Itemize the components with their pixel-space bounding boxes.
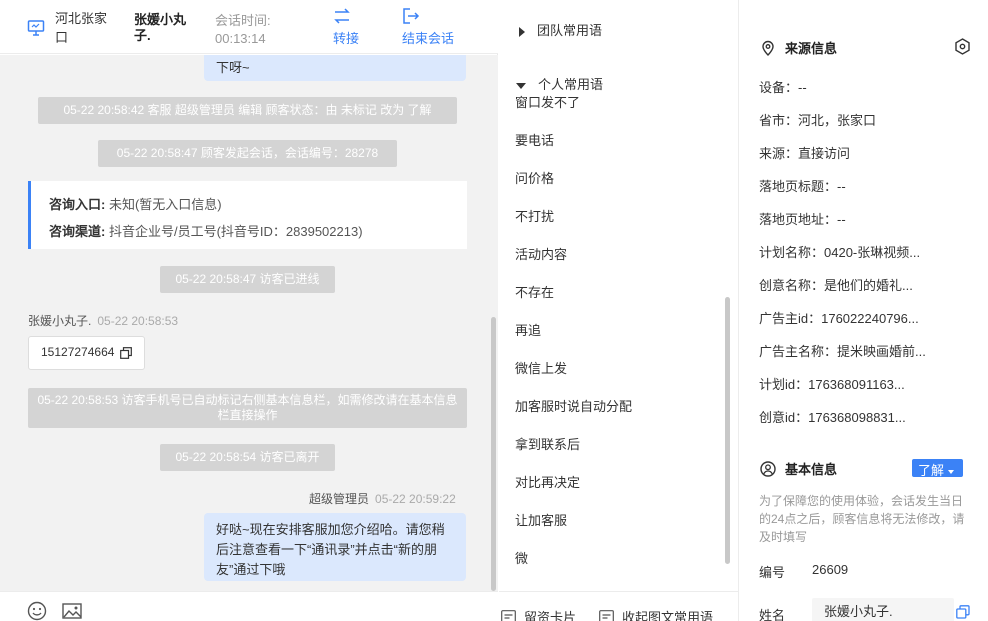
consult-entry-value: 未知(暂无入口信息) [108, 197, 222, 212]
phrase-item[interactable]: 活动内容 [515, 244, 567, 263]
basic-info-label: 基本信息 [785, 462, 838, 477]
system-message: 05-22 20:58:54 访客已离开 [160, 444, 335, 471]
info-row: 省市：河北，张家口 [759, 113, 877, 128]
agent-sender: 超级管理员 05-22 20:59:22 [309, 490, 456, 507]
info-row: 广告主名称：提米映画婚前... [759, 344, 926, 359]
transfer-icon [334, 8, 350, 24]
collapse-phrases-button[interactable]: 收起图文常用语 [599, 607, 713, 621]
customer-name: 张媛小丸子. [134, 12, 187, 43]
emoji-icon[interactable] [27, 601, 47, 621]
chevron-down-icon [948, 469, 955, 474]
id-label: 编号 [759, 565, 786, 580]
user-circle-icon [760, 460, 776, 477]
customer-location: 河北张家口 [55, 11, 108, 45]
phrase-item[interactable]: 微 [515, 548, 528, 567]
phrase-item[interactable]: 对比再决定 [515, 472, 580, 491]
chat-scrollbar[interactable] [491, 317, 496, 591]
source-info-title: 来源信息 [760, 38, 837, 57]
source-info-label: 来源信息 [785, 41, 838, 56]
transfer-button[interactable]: 转接 [333, 8, 359, 47]
phrase-item[interactable]: 不存在 [515, 282, 554, 301]
lead-card-button[interactable]: 留资卡片 [501, 607, 576, 621]
customer-info-panel: 来源信息 设备：-- 省市：河北，张家口 来源：直接访问 落地页标题：-- 落地… [740, 0, 988, 621]
chat-messages: 下呀~ 05-22 20:58:42 客服 超级管理员 编辑 顾客状态：由 未标… [0, 55, 498, 591]
phrase-item[interactable]: 让加客服 [515, 510, 567, 529]
agent-message-bubble: 好哒~现在安排客服加您介绍哈。请您稍后注意查看一下“通讯录”并点击“新的朋友”通… [204, 513, 466, 581]
phrase-item[interactable]: 再追 [515, 320, 541, 339]
agent-message-bubble: 下呀~ [204, 55, 466, 81]
customer-sender: 张媛小丸子. 05-22 20:58:53 [28, 312, 178, 329]
session-time-value: 00:13:14 [215, 31, 266, 46]
edit-notice: 为了保障您的使用体验，会话发生当日的24点之后，顾客信息将无法修改，请及时填写 [759, 494, 965, 544]
settings-icon[interactable] [954, 38, 971, 55]
consult-channel-label: 咨询渠道: [49, 224, 106, 239]
consult-entry-label: 咨询入口: [49, 197, 106, 212]
system-message: 05-22 20:58:47 顾客发起会话，会话编号：28278 [98, 140, 397, 167]
lead-card-label: 留资卡片 [524, 610, 577, 621]
info-row: 计划id：176368091163... [759, 377, 905, 392]
chat-header: 河北张家口 张媛小丸子. 会话时间: 00:13:14 转接 结束会话 [0, 0, 498, 54]
phrase-item[interactable]: 拿到联系后 [515, 434, 580, 453]
location-pin-icon [762, 40, 774, 56]
customer-sender-name: 张媛小丸子. [28, 314, 92, 328]
info-row: 落地页地址：-- [759, 212, 846, 227]
caret-down-icon [516, 82, 526, 89]
caret-right-icon [519, 26, 525, 37]
chat-toolbar [0, 591, 498, 621]
team-phrases-group[interactable]: 团队常用语 [519, 20, 602, 39]
info-row: 广告主id：176022240796... [759, 311, 919, 326]
agent-sender-name: 超级管理员 [309, 492, 370, 506]
end-session-button[interactable]: 结束会话 [402, 8, 454, 47]
id-value: 26609 [812, 562, 849, 577]
end-session-label: 结束会话 [402, 31, 455, 46]
info-row: 计划名称：0420-张琳视频... [759, 245, 921, 260]
customer-status-dropdown[interactable]: 了解 [912, 459, 963, 478]
info-row: 落地页标题：-- [759, 179, 846, 194]
personal-phrases-group[interactable]: 个人常用语 [516, 74, 603, 93]
customer-phone-message[interactable]: 15127274664 [28, 336, 145, 370]
name-input[interactable] [812, 598, 954, 621]
card-icon [501, 610, 516, 621]
collapse-phrases-label: 收起图文常用语 [622, 610, 714, 621]
info-row: 创意名称：是他们的婚礼... [759, 278, 913, 293]
team-phrases-label: 团队常用语 [537, 23, 603, 38]
copy-icon[interactable] [956, 605, 970, 619]
phrase-item[interactable]: 窗口发不了 [515, 92, 580, 111]
phrase-item[interactable]: 不打扰 [515, 206, 554, 225]
message-icon [599, 610, 614, 621]
phrase-item[interactable]: 微信上发 [515, 358, 567, 377]
personal-phrases-label: 个人常用语 [538, 77, 604, 92]
phrase-item[interactable]: 问价格 [515, 168, 554, 187]
info-row: 来源：直接访问 [759, 146, 851, 161]
info-row: 设备：-- [759, 80, 807, 95]
chat-panel: 河北张家口 张媛小丸子. 会话时间: 00:13:14 转接 结束会话 下呀~ … [0, 0, 498, 621]
consult-info-card: 咨询入口: 未知(暂无入口信息) 咨询渠道: 抖音企业号/员工号(抖音号ID：2… [28, 181, 467, 249]
customer-message-time: 05-22 20:58:53 [97, 314, 179, 328]
phrases-scrollbar[interactable] [725, 297, 730, 564]
phrase-item[interactable]: 加客服时说自动分配 [515, 396, 632, 415]
phrase-item[interactable]: 要电话 [515, 130, 554, 149]
phrases-footer: 留资卡片 收起图文常用语 [499, 591, 739, 621]
system-message: 05-22 20:58:42 客服 超级管理员 编辑 顾客状态：由 未标记 改为… [38, 97, 457, 124]
transfer-label: 转接 [333, 31, 360, 46]
exit-icon [403, 8, 420, 24]
basic-info-title: 基本信息 [760, 459, 837, 478]
monitor-icon [27, 20, 45, 36]
agent-message-time: 05-22 20:59:22 [375, 492, 456, 506]
name-label: 姓名 [759, 608, 786, 621]
quick-phrases-panel: 团队常用语 个人常用语 窗口发不了 要电话 问价格 不打扰 活动内容 不存在 再… [499, 0, 739, 621]
consult-channel-value: 抖音企业号/员工号(抖音号ID：2839502213) [108, 224, 363, 239]
customer-status-value: 了解 [918, 463, 945, 478]
customer-phone: 15127274664 [41, 345, 115, 359]
image-icon[interactable] [62, 601, 82, 621]
session-time-label: 会话时间: [215, 13, 271, 28]
system-message: 05-22 20:58:47 访客已进线 [160, 266, 335, 293]
system-message: 05-22 20:58:53 访客手机号已自动标记右侧基本信息栏，如需修改请在基… [28, 388, 467, 428]
copy-icon[interactable] [120, 347, 132, 359]
info-row: 创意id：176368098831... [759, 410, 906, 425]
